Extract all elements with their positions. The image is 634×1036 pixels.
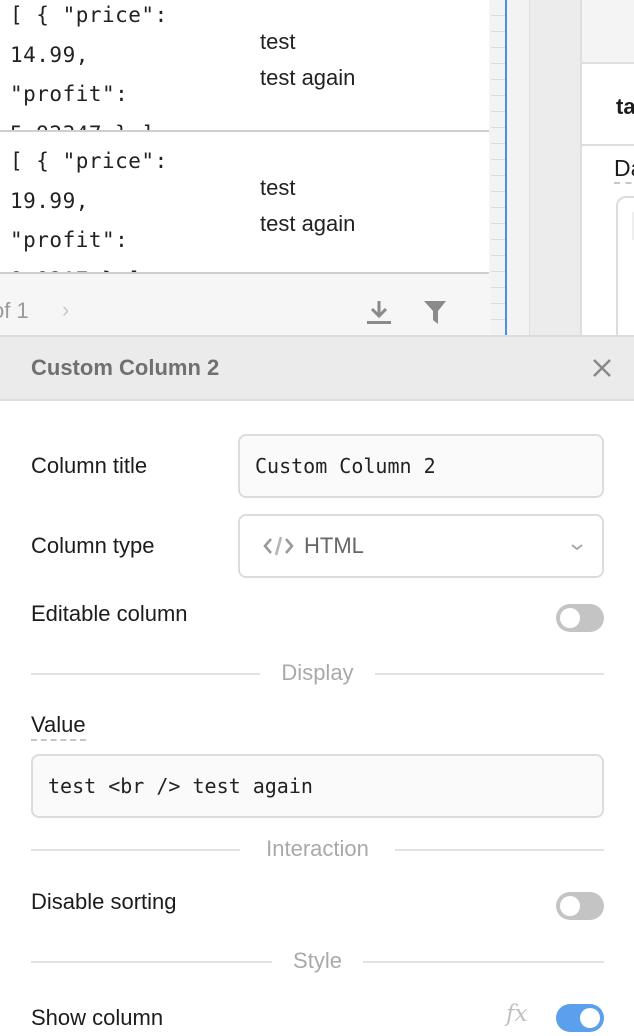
cell-text-line: [ { "price": — [10, 3, 168, 27]
cell-text-line: "profit": — [10, 228, 129, 252]
section-divider-style: Style — [31, 948, 604, 973]
table-footer: of 1 › — [0, 274, 489, 336]
fx-icon[interactable]: fx — [506, 1001, 527, 1027]
value-label[interactable]: Value — [31, 711, 86, 741]
editable-column-label: Editable column — [31, 601, 188, 626]
inspector-panel: ta Da — [580, 0, 634, 336]
chevron-right-icon[interactable]: › — [62, 297, 69, 323]
chevron-down-icon — [571, 544, 583, 551]
canvas-gutter — [507, 0, 529, 336]
custom-column-panel: Custom Column 2 Column title Custom Colu… — [0, 335, 634, 1036]
inspector-label: Da — [614, 154, 634, 184]
cell-text-line: test — [260, 29, 296, 54]
cell-text-line: 19.99, — [10, 188, 89, 213]
inspector-header — [582, 0, 634, 64]
show-column-label: Show column — [31, 1005, 164, 1030]
filter-icon[interactable] — [423, 299, 447, 325]
toggle-knob — [560, 896, 580, 916]
toggle-knob — [580, 1008, 600, 1028]
editor-canvas: [ { "price": 14.99, "profit": 5.92347 } … — [0, 0, 634, 336]
toggle-knob — [560, 608, 580, 628]
disable-sorting-toggle[interactable] — [556, 892, 604, 920]
download-icon[interactable] — [366, 298, 392, 326]
disable-sorting-label: Disable sorting — [31, 889, 177, 914]
section-label: Style — [293, 948, 342, 973]
table-cell-json[interactable]: [ { "price": 19.99, "profit": 8.8217 } ] — [10, 142, 210, 272]
table-cell-html[interactable]: test test again — [260, 24, 355, 96]
editable-column-toggle[interactable] — [556, 604, 604, 632]
table-widget[interactable]: [ { "price": 14.99, "profit": 5.92347 } … — [0, 0, 489, 336]
panel-title: Custom Column 2 — [31, 355, 220, 380]
table-row[interactable]: [ { "price": 14.99, "profit": 5.92347 } … — [0, 0, 489, 132]
panel-header: Custom Column 2 — [0, 337, 634, 401]
close-icon[interactable] — [588, 354, 616, 382]
column-title-input[interactable]: Custom Column 2 — [238, 434, 604, 498]
cell-text-line: test — [260, 175, 296, 200]
column-type-select[interactable]: HTML — [238, 514, 604, 578]
cell-text-line: 14.99, — [10, 42, 89, 67]
cell-text-line: 5.92347 } ] — [10, 122, 155, 131]
table-cell-html[interactable]: test test again — [260, 170, 355, 242]
column-type-label: Column type — [31, 533, 155, 558]
code-icon — [263, 536, 294, 556]
pagination-text: of 1 — [0, 298, 29, 323]
section-divider-display: Display — [31, 660, 604, 685]
table-cell-json[interactable]: [ { "price": 14.99, "profit": 5.92347 } … — [10, 0, 210, 131]
column-type-value: HTML — [304, 533, 364, 558]
canvas-gutter — [529, 0, 580, 336]
cell-text-line: "profit": — [10, 82, 129, 106]
section-divider-interaction: Interaction — [31, 836, 604, 861]
cell-text-line: [ { "price": — [10, 149, 168, 173]
inspector-field[interactable] — [616, 196, 634, 336]
column-title-label: Column title — [31, 453, 148, 478]
divider — [582, 144, 634, 146]
value-input[interactable]: test <br /> test again — [31, 754, 604, 818]
section-label: Display — [281, 660, 354, 685]
cell-text-line: test again — [260, 65, 356, 90]
inspector-title: ta — [616, 94, 634, 119]
section-label: Interaction — [266, 836, 369, 861]
table-row[interactable]: [ { "price": 19.99, "profit": 8.8217 } ]… — [0, 132, 489, 274]
show-column-toggle[interactable] — [556, 1004, 604, 1032]
cell-text-line: test again — [260, 211, 356, 236]
canvas-grid — [491, 0, 505, 336]
